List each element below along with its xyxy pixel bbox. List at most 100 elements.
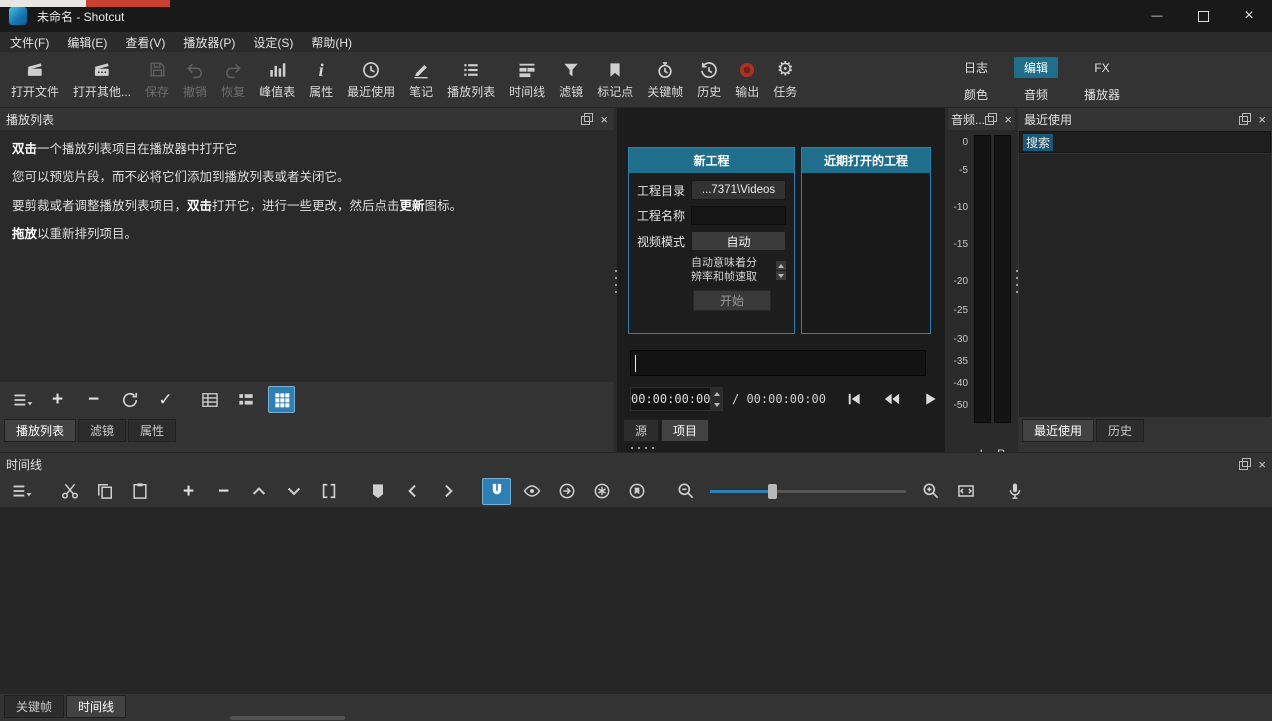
layout-logging-button[interactable]: 日志 <box>954 57 998 78</box>
open-file-button[interactable]: 打开文件 <box>4 54 66 106</box>
ripple-delete-button[interactable]: − <box>209 478 238 505</box>
tab-filters[interactable]: 滤镜 <box>78 419 126 442</box>
float-panel-icon[interactable] <box>985 113 997 125</box>
tab-recent[interactable]: 最近使用 <box>1022 419 1094 442</box>
float-panel-icon[interactable] <box>1239 113 1251 125</box>
menu-help[interactable]: 帮助(H) <box>302 32 361 52</box>
timeline-horizontal-scrollbar[interactable] <box>230 716 345 720</box>
overwrite-button[interactable] <box>279 478 308 505</box>
slider-thumb[interactable] <box>768 484 777 499</box>
timecode-down-button[interactable] <box>711 399 722 410</box>
playlist-update-button[interactable] <box>116 386 143 413</box>
ripple-markers-button[interactable] <box>622 478 651 505</box>
menu-file[interactable]: 文件(F) <box>1 32 58 52</box>
playlist-add-button[interactable]: + <box>44 386 71 413</box>
zoom-out-button[interactable] <box>671 478 700 505</box>
redo-button[interactable]: 恢复 <box>214 54 252 106</box>
split-button[interactable] <box>314 478 343 505</box>
close-panel-icon[interactable]: × <box>1004 113 1012 126</box>
playlist-menu-button[interactable] <box>8 386 35 413</box>
zoom-fit-button[interactable] <box>951 478 980 505</box>
timeline-button[interactable]: 时间线 <box>502 54 552 106</box>
playlist-button[interactable]: 播放列表 <box>440 54 502 106</box>
record-audio-button[interactable] <box>1000 478 1029 505</box>
menu-edit[interactable]: 编辑(E) <box>58 32 116 52</box>
cut-button[interactable] <box>55 478 84 505</box>
filters-button[interactable]: 滤镜 <box>552 54 590 106</box>
export-button[interactable]: 输出 <box>728 54 766 106</box>
maximize-button[interactable] <box>1180 0 1226 32</box>
recent-button[interactable]: 最近使用 <box>340 54 402 106</box>
float-panel-icon[interactable] <box>581 113 593 125</box>
minimize-button[interactable]: — <box>1134 0 1180 32</box>
tab-keyframes[interactable]: 关键帧 <box>4 695 64 718</box>
project-folder-value[interactable]: ...7371\Videos <box>691 180 786 200</box>
copy-button[interactable] <box>90 478 119 505</box>
keyframes-button[interactable]: 关键帧 <box>640 54 690 106</box>
scrub-while-dragging-button[interactable] <box>517 478 546 505</box>
close-panel-icon[interactable]: × <box>600 113 608 126</box>
scroll-up-button[interactable] <box>776 261 786 270</box>
view-details-button[interactable] <box>196 386 223 413</box>
float-panel-icon[interactable] <box>1239 458 1251 470</box>
tab-properties[interactable]: 属性 <box>128 419 176 442</box>
minimize-icon: — <box>1152 10 1163 22</box>
ripple-button[interactable] <box>552 478 581 505</box>
menu-player[interactable]: 播放器(P) <box>174 32 244 52</box>
layout-color-button[interactable]: 颜色 <box>954 84 998 105</box>
ripple-all-tracks-button[interactable] <box>587 478 616 505</box>
open-other-button[interactable]: 打开其他... <box>66 54 138 106</box>
history-button[interactable]: 历史 <box>690 54 728 106</box>
peak-meter-button[interactable]: 峰值表 <box>252 54 302 106</box>
close-button[interactable]: × <box>1226 0 1272 32</box>
layout-fx-button[interactable]: FX <box>1084 59 1119 77</box>
next-marker-button[interactable] <box>433 478 462 505</box>
timecode-up-button[interactable] <box>711 388 722 399</box>
tab-source[interactable]: 源 <box>623 419 659 442</box>
snap-button[interactable] <box>482 478 511 505</box>
playlist-remove-button[interactable]: − <box>80 386 107 413</box>
layout-player-button[interactable]: 播放器 <box>1074 84 1130 105</box>
jobs-button[interactable]: ⚙ 任务 <box>766 54 804 106</box>
timecode-field[interactable]: 00:00:00:00 <box>630 387 723 411</box>
skip-to-start-button[interactable] <box>840 387 868 411</box>
timeline-menu-button[interactable] <box>6 478 35 505</box>
marker-button[interactable] <box>363 478 392 505</box>
splitter-handle[interactable] <box>631 447 657 449</box>
layout-editing-button[interactable]: 编辑 <box>1014 57 1058 78</box>
tab-timeline[interactable]: 时间线 <box>66 695 126 718</box>
rewind-button[interactable] <box>878 387 906 411</box>
paste-button[interactable] <box>125 478 154 505</box>
tab-playlist[interactable]: 播放列表 <box>4 419 76 442</box>
view-tiles-button[interactable] <box>232 386 259 413</box>
save-button[interactable]: 保存 <box>138 54 176 106</box>
lift-button[interactable] <box>244 478 273 505</box>
video-mode-button[interactable]: 自动 <box>691 231 786 251</box>
notes-button[interactable]: 笔记 <box>402 54 440 106</box>
playlist-apply-button[interactable]: ✓ <box>152 386 179 413</box>
view-icons-button[interactable] <box>268 386 295 413</box>
append-button[interactable]: + <box>174 478 203 505</box>
timeline-tracks-area[interactable] <box>0 507 1272 694</box>
markers-button[interactable]: 标记点 <box>590 54 640 106</box>
play-button[interactable] <box>916 387 944 411</box>
close-panel-icon[interactable]: × <box>1258 113 1266 126</box>
tab-history[interactable]: 历史 <box>1096 419 1144 442</box>
zoom-slider[interactable] <box>710 478 906 504</box>
previous-marker-button[interactable] <box>398 478 427 505</box>
zoom-in-button[interactable] <box>916 478 945 505</box>
menu-settings[interactable]: 设定(S) <box>244 32 302 52</box>
scroll-down-button[interactable] <box>776 271 786 280</box>
undo-button[interactable]: 撤销 <box>176 54 214 106</box>
properties-button[interactable]: i 属性 <box>302 54 340 106</box>
tab-project[interactable]: 项目 <box>661 419 709 442</box>
close-panel-icon[interactable]: × <box>1258 458 1266 471</box>
recent-projects-list[interactable] <box>802 173 930 333</box>
layout-audio-button[interactable]: 音频 <box>1014 84 1058 105</box>
project-name-input[interactable] <box>691 206 786 225</box>
menu-view[interactable]: 查看(V) <box>116 32 174 52</box>
player-scrubber[interactable] <box>630 350 926 376</box>
search-input[interactable]: 搜索 <box>1019 131 1271 153</box>
start-button[interactable]: 开始 <box>693 290 771 311</box>
recent-files-list[interactable] <box>1019 154 1271 417</box>
